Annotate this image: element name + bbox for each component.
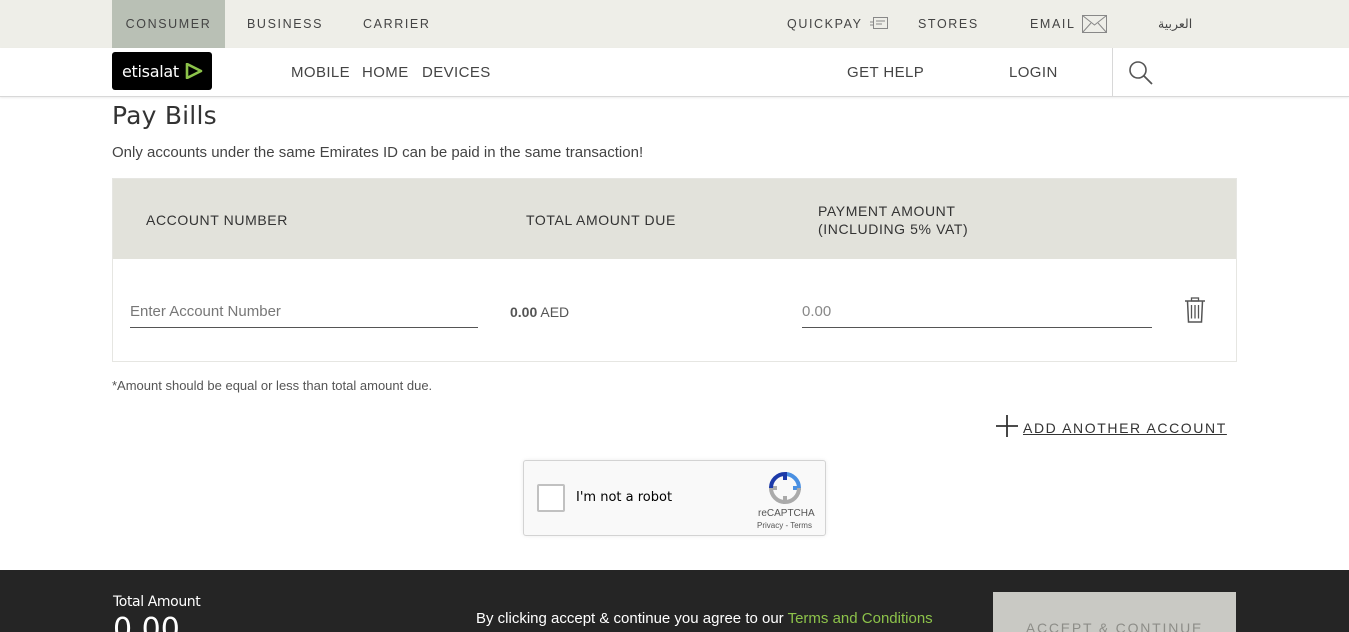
nav-devices[interactable]: DEVICES — [422, 48, 491, 97]
terms-agreement: By clicking accept & continue you agree … — [476, 610, 933, 627]
page-subtitle: Only accounts under the same Emirates ID… — [112, 144, 644, 161]
language-arabic-link[interactable]: العربية — [1158, 0, 1192, 48]
main-navigation: etisalat MOBILE HOME DEVICES GET HELP LO… — [0, 48, 1349, 97]
nav-divider — [1112, 48, 1113, 97]
mail-icon[interactable] — [1082, 15, 1107, 33]
account-number-input[interactable] — [130, 296, 478, 328]
email-link[interactable]: EMAIL — [1030, 0, 1076, 48]
nav-mobile[interactable]: MOBILE — [291, 48, 350, 97]
recaptcha-logo-icon — [768, 471, 802, 505]
search-icon[interactable] — [1128, 60, 1154, 86]
logo-mark-icon — [185, 63, 203, 79]
quickpay-icon — [870, 17, 888, 29]
recaptcha-brand: reCAPTCHA — [758, 508, 815, 519]
tab-carrier[interactable]: CARRIER — [363, 0, 430, 48]
agreement-text: By clicking accept & continue you agree … — [476, 610, 784, 627]
column-header-total-due: TOTAL AMOUNT DUE — [526, 212, 676, 228]
trash-icon[interactable] — [1184, 297, 1206, 323]
table-header: ACCOUNT NUMBER TOTAL AMOUNT DUE PAYMENT … — [113, 179, 1236, 259]
total-amount-due: 0.00 AED — [510, 304, 569, 320]
page-title: Pay Bills — [112, 101, 217, 130]
top-utility-bar: CONSUMER BUSINESS CARRIER QUICKPAY STORE… — [0, 0, 1349, 48]
terms-and-conditions-link[interactable]: Terms and Conditions — [788, 610, 933, 627]
login-link[interactable]: LOGIN — [1009, 48, 1058, 97]
nav-home[interactable]: HOME — [362, 48, 409, 97]
recaptcha-checkbox[interactable] — [537, 484, 565, 512]
recaptcha-widget: I'm not a robot reCAPTCHA Privacy - Term… — [523, 460, 826, 536]
total-amount-value: 0.00 — [113, 612, 180, 632]
plus-icon — [996, 415, 1018, 437]
quickpay-link[interactable]: QUICKPAY — [787, 0, 863, 48]
stores-link[interactable]: STORES — [918, 0, 979, 48]
checkout-footer: Total Amount 0.00 By clicking accept & c… — [0, 570, 1349, 632]
total-amount-label: Total Amount — [113, 594, 201, 610]
due-currency: AED — [540, 304, 570, 320]
get-help-link[interactable]: GET HELP — [847, 48, 924, 97]
recaptcha-privacy-terms[interactable]: Privacy - Terms — [757, 521, 812, 530]
etisalat-logo[interactable]: etisalat — [112, 52, 212, 90]
recaptcha-label: I'm not a robot — [576, 490, 673, 505]
accounts-table: ACCOUNT NUMBER TOTAL AMOUNT DUE PAYMENT … — [112, 178, 1237, 362]
column-header-account-number: ACCOUNT NUMBER — [146, 212, 288, 228]
amount-note: *Amount should be equal or less than tot… — [112, 378, 433, 393]
accept-continue-button[interactable]: ACCEPT & CONTINUE — [993, 592, 1236, 632]
tab-business[interactable]: BUSINESS — [247, 0, 323, 48]
payment-amount-input[interactable] — [802, 296, 1152, 328]
tab-consumer[interactable]: CONSUMER — [112, 0, 225, 48]
add-another-account-label: ADD ANOTHER ACCOUNT — [1023, 420, 1227, 436]
logo-text: etisalat — [122, 62, 179, 81]
column-header-payment-amount: PAYMENT AMOUNT (INCLUDING 5% VAT) — [818, 203, 969, 237]
due-amount-value: 0.00 — [510, 304, 538, 320]
